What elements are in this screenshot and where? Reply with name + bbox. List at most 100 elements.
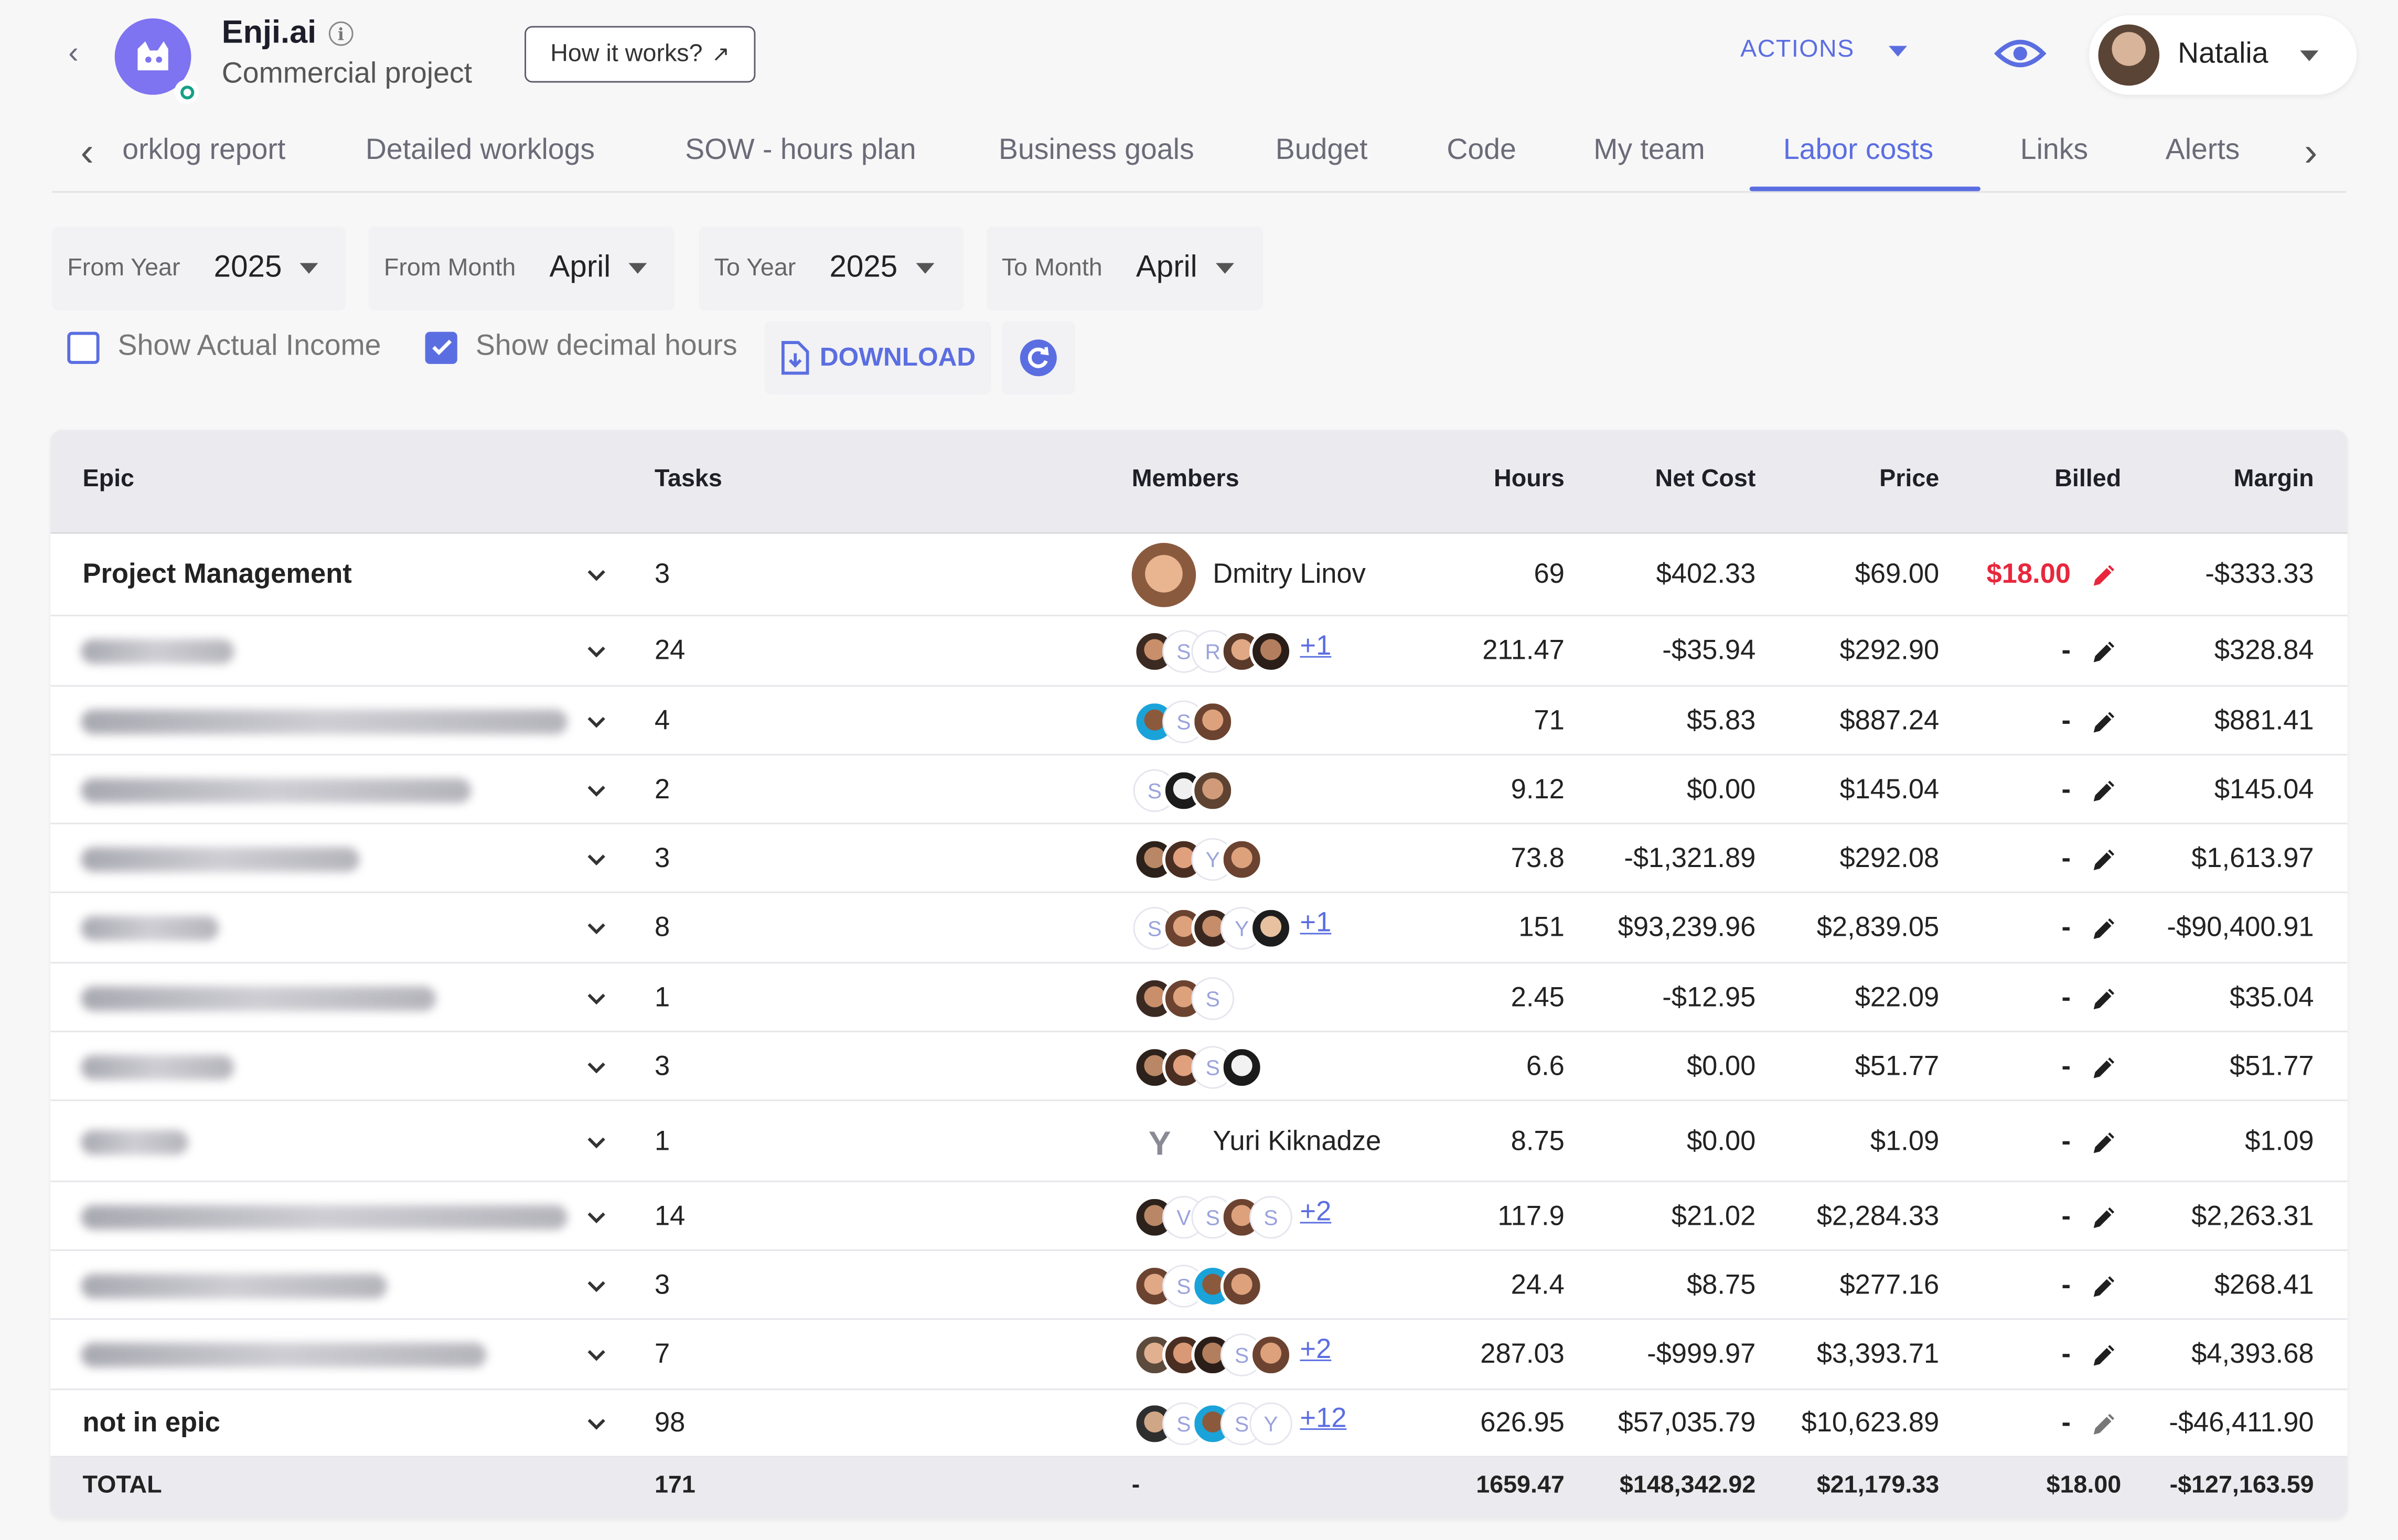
from-year-label: From Year (67, 254, 180, 281)
to-month-select[interactable]: To Month April (986, 226, 1264, 311)
chevron-down-icon[interactable] (584, 1411, 609, 1436)
chevron-left-icon[interactable]: ‹ (58, 34, 89, 73)
col-epic[interactable]: Epic (82, 466, 134, 494)
tasks-count: 24 (654, 634, 686, 666)
margin-value: $51.77 (2230, 1050, 2314, 1081)
labor-costs-page: ‹ Enji.ai i Commercial project How it wo… (0, 0, 2398, 1540)
table-row[interactable]: 8 S Y +1 151 $93,239.96 $2,839.05- -$90,400.91 (50, 893, 2348, 964)
member-avatar[interactable] (1191, 699, 1235, 743)
edit-pencil-icon[interactable] (2091, 984, 2118, 1011)
tab-my-team[interactable]: My team (1593, 135, 1705, 168)
edit-pencil-icon[interactable] (2091, 1341, 2118, 1368)
edit-pencil-icon[interactable] (2091, 1128, 2118, 1155)
edit-pencil-icon[interactable] (2091, 1203, 2118, 1230)
edit-pencil-icon[interactable] (2091, 776, 2118, 804)
show-actual-income-option[interactable]: Show Actual Income (67, 330, 381, 364)
more-members-link[interactable]: +12 (1300, 1403, 1346, 1435)
tab-scroll-right-icon[interactable]: › (2291, 127, 2331, 174)
tab-alerts[interactable]: Alerts (2166, 135, 2240, 168)
chevron-down-icon[interactable] (584, 1129, 609, 1154)
chevron-down-icon[interactable] (584, 986, 609, 1010)
more-members-link[interactable]: +2 (1300, 1333, 1331, 1365)
member-avatar[interactable] (1191, 768, 1235, 811)
show-decimal-hours-checkbox[interactable] (425, 331, 457, 363)
member-avatar[interactable] (1220, 1264, 1264, 1307)
from-month-select[interactable]: From Month April (368, 226, 675, 311)
chevron-down-icon[interactable] (584, 563, 609, 587)
chevron-down-icon[interactable] (584, 1273, 609, 1298)
edit-pencil-icon[interactable] (2091, 638, 2118, 665)
member-name: Yuri Kiknadze (1213, 1125, 1382, 1156)
tab-sow-hours-plan[interactable]: SOW - hours plan (685, 135, 916, 168)
edit-pencil-icon[interactable] (2091, 915, 2118, 942)
table-row[interactable]: 3 S 6.6 $0.00 $51.77- $51.77 (50, 1032, 2348, 1101)
col-tasks[interactable]: Tasks (655, 466, 722, 494)
member-initial-avatar[interactable]: Y (1149, 1124, 1171, 1163)
refresh-button[interactable] (1001, 321, 1075, 395)
eye-icon[interactable] (1994, 34, 2047, 73)
chevron-down-icon[interactable] (584, 778, 609, 803)
member-avatar[interactable] (1249, 906, 1292, 950)
how-it-works-button[interactable]: How it works? ↗ (524, 26, 756, 83)
show-decimal-hours-option[interactable]: Show decimal hours (425, 330, 737, 364)
to-year-select[interactable]: To Year 2025 (699, 226, 964, 311)
col-margin[interactable]: Margin (2234, 466, 2314, 494)
tab-budget[interactable]: Budget (1276, 135, 1368, 168)
table-row[interactable]: 1 Y Yuri Kiknadze 8.75 $0.00 $1.09 - $1.09 (50, 1101, 2348, 1182)
edit-pencil-icon[interactable] (2091, 1271, 2118, 1299)
table-row[interactable]: 14 V S S +2 117.9 $21.02 $2,284.33- $2,263.31 (50, 1182, 2348, 1251)
member-initial-avatar[interactable]: Y (1249, 1402, 1292, 1446)
member-avatar[interactable] (1249, 1333, 1292, 1377)
more-members-link[interactable]: +1 (1300, 630, 1331, 662)
edit-pencil-icon[interactable] (2091, 1053, 2118, 1080)
tab-scroll-left-icon[interactable]: ‹ (67, 127, 107, 174)
chevron-down-icon[interactable] (584, 1204, 609, 1229)
table-row[interactable]: 3 Y 73.8 -$1,321.89 $292.08- $1,613.97 (50, 825, 2348, 893)
member-initial-avatar[interactable]: S (1191, 976, 1235, 1020)
table-row[interactable]: 24 S R +1 211.47 -$35.94 $292.90- $328.84 (50, 616, 2348, 687)
chevron-down-icon[interactable] (584, 847, 609, 871)
epic-name-redacted (81, 1273, 387, 1298)
edit-pencil-icon[interactable] (2091, 845, 2118, 872)
col-hours[interactable]: Hours (1494, 466, 1565, 494)
chevron-down-icon[interactable] (584, 916, 609, 940)
member-avatar[interactable] (1249, 630, 1292, 673)
show-actual-income-checkbox[interactable] (67, 331, 100, 363)
chevron-down-icon[interactable] (584, 639, 609, 664)
tab-worklog-report[interactable]: orklog report (122, 135, 285, 168)
chevron-down-icon[interactable] (584, 1343, 609, 1367)
edit-pencil-icon[interactable] (2091, 1410, 2118, 1437)
price-value: $1.09 (1870, 1125, 1940, 1156)
member-avatar[interactable] (1220, 837, 1264, 880)
member-initial-avatar[interactable]: S (1249, 1195, 1292, 1238)
tab-links[interactable]: Links (2020, 135, 2088, 168)
tab-labor-costs[interactable]: Labor costs (1783, 135, 1933, 168)
table-row[interactable]: 1 S 2.45 -$12.95 $22.09 - $35.04 (50, 964, 2348, 1033)
tab-detailed-worklogs[interactable]: Detailed worklogs (366, 135, 595, 168)
col-members[interactable]: Members (1132, 466, 1239, 494)
more-members-link[interactable]: +2 (1300, 1195, 1331, 1227)
col-net-cost[interactable]: Net Cost (1655, 466, 1756, 494)
table-row[interactable]: 3 S 24.4 $8.75 $277.16- $268.41 (50, 1251, 2348, 1320)
table-row[interactable]: Project Management 3 Dmitry Linov 69 $402.33… (50, 534, 2348, 616)
more-members-link[interactable]: +1 (1300, 907, 1331, 939)
chevron-down-icon[interactable] (584, 709, 609, 733)
user-menu[interactable]: Natalia (2089, 15, 2357, 95)
member-avatar[interactable] (1220, 1045, 1264, 1088)
col-billed[interactable]: Billed (2054, 466, 2121, 494)
tab-business-goals[interactable]: Business goals (999, 135, 1194, 168)
chevron-down-icon[interactable] (584, 1054, 609, 1079)
table-row[interactable]: not in epic 98 S S Y +12 626.95 $57,035.79 $10,6… (50, 1390, 2348, 1458)
from-year-select[interactable]: From Year 2025 (52, 226, 346, 311)
table-row[interactable]: 7 S +2 287.03 -$999.97 $3,393.71- $4,393.68 (50, 1320, 2348, 1391)
edit-pencil-icon[interactable] (2091, 707, 2118, 734)
member-avatar[interactable] (1131, 543, 1196, 607)
table-row[interactable]: 4 S 71 $5.83 $887.24- $881.41 (50, 687, 2348, 756)
table-row[interactable]: 2 S 9.12 $0.00 $145.04- $145.04 (50, 755, 2348, 825)
actions-dropdown[interactable]: ACTIONS (1740, 37, 1907, 64)
download-button[interactable]: DOWNLOAD (764, 321, 991, 395)
col-price[interactable]: Price (1879, 466, 1939, 494)
edit-pencil-icon[interactable] (2091, 561, 2118, 589)
info-icon[interactable]: i (328, 21, 354, 46)
tab-code[interactable]: Code (1447, 135, 1516, 168)
